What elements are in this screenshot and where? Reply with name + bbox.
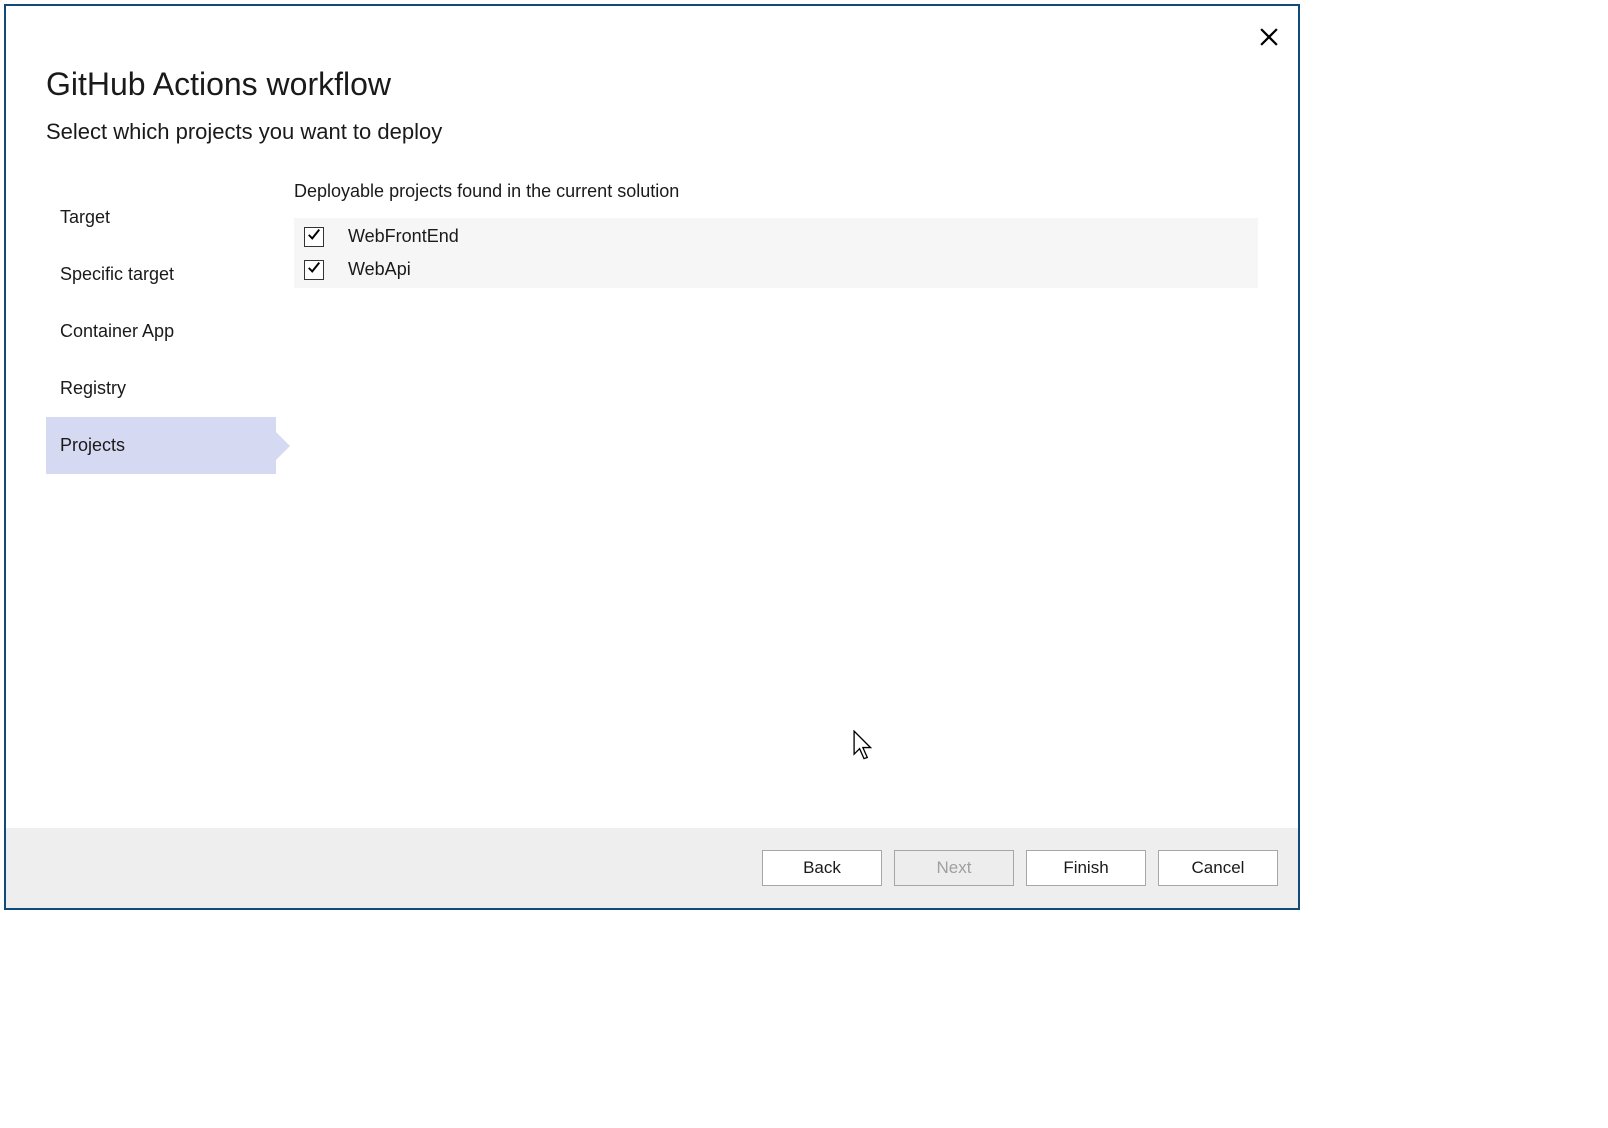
sidebar: Target Specific target Container App Reg… <box>46 181 276 808</box>
project-list: WebFrontEnd WebApi <box>294 218 1258 288</box>
project-item-webfrontend: WebFrontEnd <box>294 220 1258 253</box>
project-item-webapi: WebApi <box>294 253 1258 286</box>
section-header: Deployable projects found in the current… <box>294 181 1258 202</box>
checkmark-icon <box>307 227 321 246</box>
dialog-window: GitHub Actions workflow Select which pro… <box>4 4 1300 910</box>
dialog-footer: Back Next Finish Cancel <box>6 828 1298 908</box>
sidebar-item-container-app[interactable]: Container App <box>46 303 276 360</box>
checkmark-icon <box>307 260 321 279</box>
sidebar-item-specific-target[interactable]: Specific target <box>46 246 276 303</box>
next-button[interactable]: Next <box>894 850 1014 886</box>
sidebar-item-projects[interactable]: Projects <box>46 417 276 474</box>
close-icon <box>1260 28 1278 51</box>
dialog-title: GitHub Actions workflow <box>46 66 1258 103</box>
close-button[interactable] <box>1258 28 1280 50</box>
sidebar-item-label: Target <box>60 207 110 227</box>
dialog-content: GitHub Actions workflow Select which pro… <box>6 6 1298 828</box>
sidebar-item-label: Container App <box>60 321 174 341</box>
dialog-subtitle: Select which projects you want to deploy <box>46 119 1258 145</box>
sidebar-item-target[interactable]: Target <box>46 189 276 246</box>
finish-button[interactable]: Finish <box>1026 850 1146 886</box>
project-label: WebFrontEnd <box>348 226 459 247</box>
main-area: Target Specific target Container App Reg… <box>46 181 1258 808</box>
checkbox-webfrontend[interactable] <box>304 227 324 247</box>
project-label: WebApi <box>348 259 411 280</box>
cancel-button[interactable]: Cancel <box>1158 850 1278 886</box>
content-panel: Deployable projects found in the current… <box>276 181 1258 808</box>
checkbox-webapi[interactable] <box>304 260 324 280</box>
sidebar-item-label: Projects <box>60 435 125 455</box>
sidebar-item-label: Registry <box>60 378 126 398</box>
sidebar-item-registry[interactable]: Registry <box>46 360 276 417</box>
back-button[interactable]: Back <box>762 850 882 886</box>
sidebar-item-label: Specific target <box>60 264 174 284</box>
